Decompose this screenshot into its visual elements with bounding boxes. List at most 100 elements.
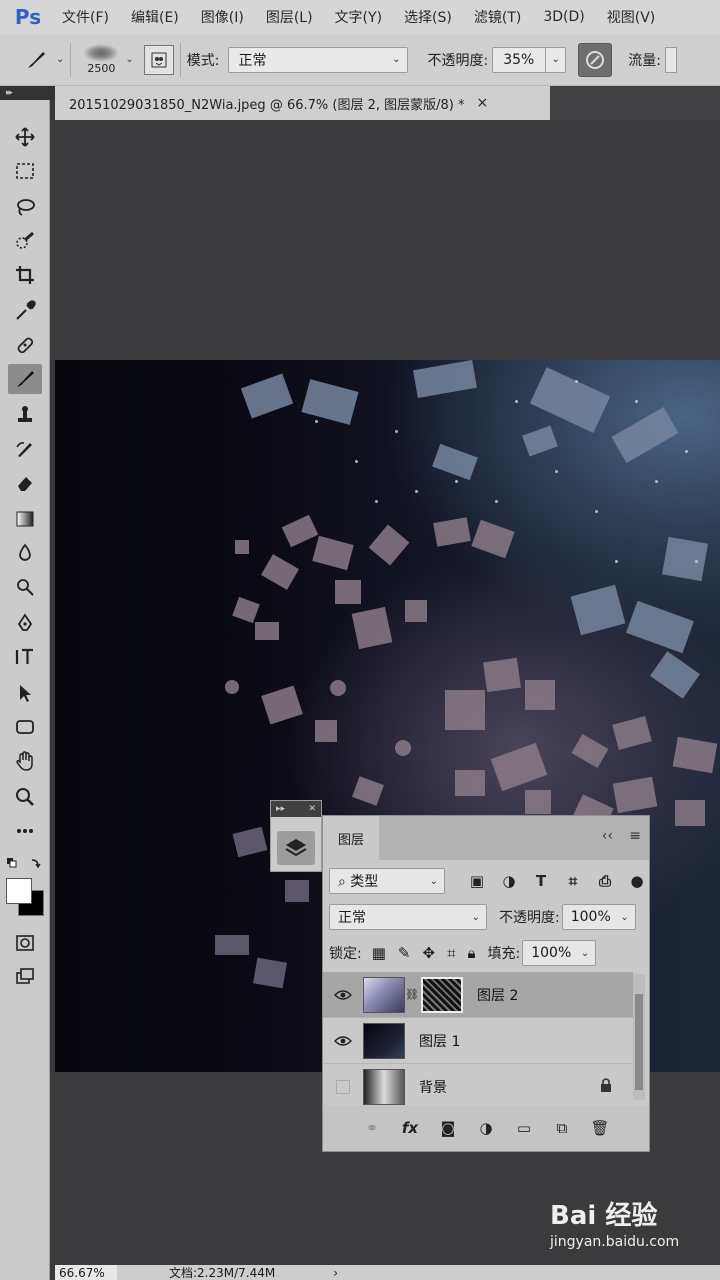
layer-name: 图层 2 — [477, 987, 519, 1004]
swap-default-colors-icon[interactable] — [6, 856, 44, 874]
foreground-color-swatch[interactable] — [6, 878, 32, 904]
layer-opacity-field[interactable]: 100% ⌄ — [561, 904, 636, 930]
link-chain-icon[interactable]: ⛓︎ — [405, 988, 419, 1001]
layers-panel-button[interactable] — [277, 831, 315, 865]
menu-view[interactable]: 视图(V) — [607, 7, 656, 27]
eraser-tool-icon[interactable] — [8, 468, 42, 498]
mode-select[interactable]: 正常 ⌄ — [227, 46, 408, 73]
blend-opacity-row: 正常 ⌄ 不透明度: 100% ⌄ — [329, 904, 636, 930]
blend-mode-select[interactable]: 正常 ⌄ — [329, 904, 487, 930]
add-mask-icon[interactable]: ◙ — [437, 1117, 459, 1139]
close-icon[interactable]: × — [476, 95, 488, 111]
layer-mask-thumbnail[interactable] — [421, 976, 463, 1013]
screen-mode-icon[interactable] — [8, 962, 42, 992]
collapse-grip-icon[interactable]: ▸▸ — [6, 88, 13, 98]
layer-row-1[interactable]: 图层 1 — [323, 1018, 633, 1064]
eyedropper-tool-icon[interactable] — [8, 296, 42, 326]
delete-layer-icon[interactable]: 🗑︎ — [589, 1117, 611, 1139]
rectangle-tool-icon[interactable] — [8, 712, 42, 742]
zoom-tool-icon[interactable] — [8, 782, 42, 812]
new-group-icon[interactable]: ▭ — [513, 1117, 535, 1139]
zoom-level[interactable]: 66.67% — [55, 1265, 117, 1280]
scrollbar-thumb[interactable] — [635, 994, 643, 1090]
brush-picker[interactable]: 2500 — [77, 37, 125, 83]
brush-tool-preset-icon[interactable] — [16, 48, 56, 72]
opacity-field[interactable]: 35% ⌄ — [492, 46, 567, 73]
type-filter-icon[interactable]: T — [531, 871, 551, 891]
shape-filter-icon[interactable]: ⌗ — [563, 871, 583, 891]
blur-tool-icon[interactable] — [8, 538, 42, 568]
chevron-down-icon[interactable]: ⌄ — [56, 54, 64, 65]
menu-select[interactable]: 选择(S) — [404, 7, 452, 27]
clone-stamp-tool-icon[interactable] — [8, 400, 42, 430]
fill-field[interactable]: 100% ⌄ — [522, 940, 597, 966]
new-layer-icon[interactable]: ⧉ — [551, 1117, 573, 1139]
chevron-down-icon[interactable]: ⌄ — [125, 54, 133, 65]
divider — [179, 42, 181, 77]
marquee-tool-icon[interactable] — [8, 156, 42, 186]
visibility-eye-icon[interactable] — [323, 989, 363, 1001]
dock-header: ▸▸ ✕ — [271, 801, 321, 817]
layer-row-2[interactable]: ⛓︎ 图层 2 — [323, 972, 633, 1018]
filter-icons: ▣ ◑ T ⌗ ⎙ ● — [467, 871, 647, 891]
smart-object-filter-icon[interactable]: ⎙ — [595, 871, 615, 891]
layer-name: 背景 — [419, 1079, 447, 1096]
layer-filter-row: ⌕ 类型 ⌄ ▣ ◑ T ⌗ ⎙ ● — [329, 868, 647, 894]
lock-position-icon[interactable]: ✥ — [422, 944, 435, 962]
menu-layer[interactable]: 图层(L) — [266, 7, 313, 27]
quick-mask-icon[interactable] — [8, 928, 42, 958]
document-tab[interactable]: 20151029031850_N2Wia.jpeg @ 66.7% (图层 2,… — [55, 86, 550, 120]
crop-tool-icon[interactable] — [8, 260, 42, 290]
hand-tool-icon[interactable] — [8, 746, 42, 776]
visibility-toggle-off[interactable] — [323, 1079, 363, 1094]
history-brush-tool-icon[interactable] — [8, 434, 42, 464]
brush-panel-toggle-icon[interactable] — [143, 44, 174, 75]
filter-toggle-icon[interactable]: ● — [627, 871, 647, 891]
link-layers-icon[interactable]: ⚭ — [361, 1117, 383, 1139]
fx-icon[interactable]: fx — [399, 1117, 421, 1139]
lock-pixels-icon[interactable]: ✎ — [398, 944, 411, 962]
menu-edit[interactable]: 编辑(E) — [131, 7, 179, 27]
layer-row-background[interactable]: 背景 — [323, 1064, 633, 1110]
move-tool-icon[interactable] — [8, 122, 42, 152]
lasso-tool-icon[interactable] — [8, 192, 42, 222]
options-bar: ⌄ 2500 ⌄ 模式: 正常 ⌄ 不透明度: 35% ⌄ 流量: — [0, 34, 720, 86]
lock-transparent-icon[interactable]: ▦ — [372, 944, 386, 962]
dodge-tool-icon[interactable] — [8, 572, 42, 602]
adjustment-layer-icon[interactable]: ◑ — [475, 1117, 497, 1139]
status-bar: 66.67% 文档:2.23M/7.44M › — [55, 1265, 720, 1280]
status-menu-arrow-icon[interactable]: › — [333, 1266, 338, 1280]
menu-image[interactable]: 图像(I) — [201, 7, 244, 27]
expand-dock-icon[interactable]: ▸▸ — [276, 804, 285, 814]
menu-type[interactable]: 文字(Y) — [335, 7, 382, 27]
collapse-panel-icon[interactable]: ‹‹ — [602, 828, 613, 844]
lock-artboard-icon[interactable]: ⌗ — [447, 944, 455, 962]
flow-field[interactable] — [664, 46, 677, 73]
gradient-tool-icon[interactable] — [8, 504, 42, 534]
opacity-label: 不透明度: — [427, 52, 489, 69]
tab-layers[interactable]: 图层 — [323, 816, 379, 860]
layer-name: 图层 1 — [419, 1033, 461, 1050]
healing-brush-tool-icon[interactable] — [8, 330, 42, 360]
path-selection-tool-icon[interactable] — [8, 678, 42, 708]
adjustment-filter-icon[interactable]: ◑ — [499, 871, 519, 891]
more-tools-icon[interactable] — [8, 816, 42, 846]
pixel-filter-icon[interactable]: ▣ — [467, 871, 487, 891]
menu-filter[interactable]: 滤镜(T) — [474, 7, 521, 27]
panel-menu-icon[interactable]: ≡ — [629, 828, 641, 844]
pen-tool-icon[interactable] — [8, 608, 42, 638]
quick-selection-tool-icon[interactable] — [8, 226, 42, 256]
filter-kind-select[interactable]: ⌕ 类型 ⌄ — [329, 868, 445, 894]
menu-bar: Ps 文件(F) 编辑(E) 图像(I) 图层(L) 文字(Y) 选择(S) 滤… — [0, 0, 720, 34]
brush-tip-icon — [83, 44, 120, 62]
layers-scrollbar[interactable] — [633, 974, 645, 1100]
brush-tool-icon[interactable] — [8, 364, 42, 394]
type-tool-icon[interactable] — [8, 642, 42, 672]
close-dock-icon[interactable]: ✕ — [308, 804, 316, 814]
pressure-opacity-button[interactable] — [578, 42, 613, 77]
lock-all-icon[interactable]: 🔒︎ — [468, 944, 476, 962]
visibility-eye-icon[interactable] — [323, 1035, 363, 1047]
menu-3d[interactable]: 3D(D) — [543, 9, 584, 25]
divider — [70, 42, 72, 77]
menu-file[interactable]: 文件(F) — [62, 7, 109, 27]
